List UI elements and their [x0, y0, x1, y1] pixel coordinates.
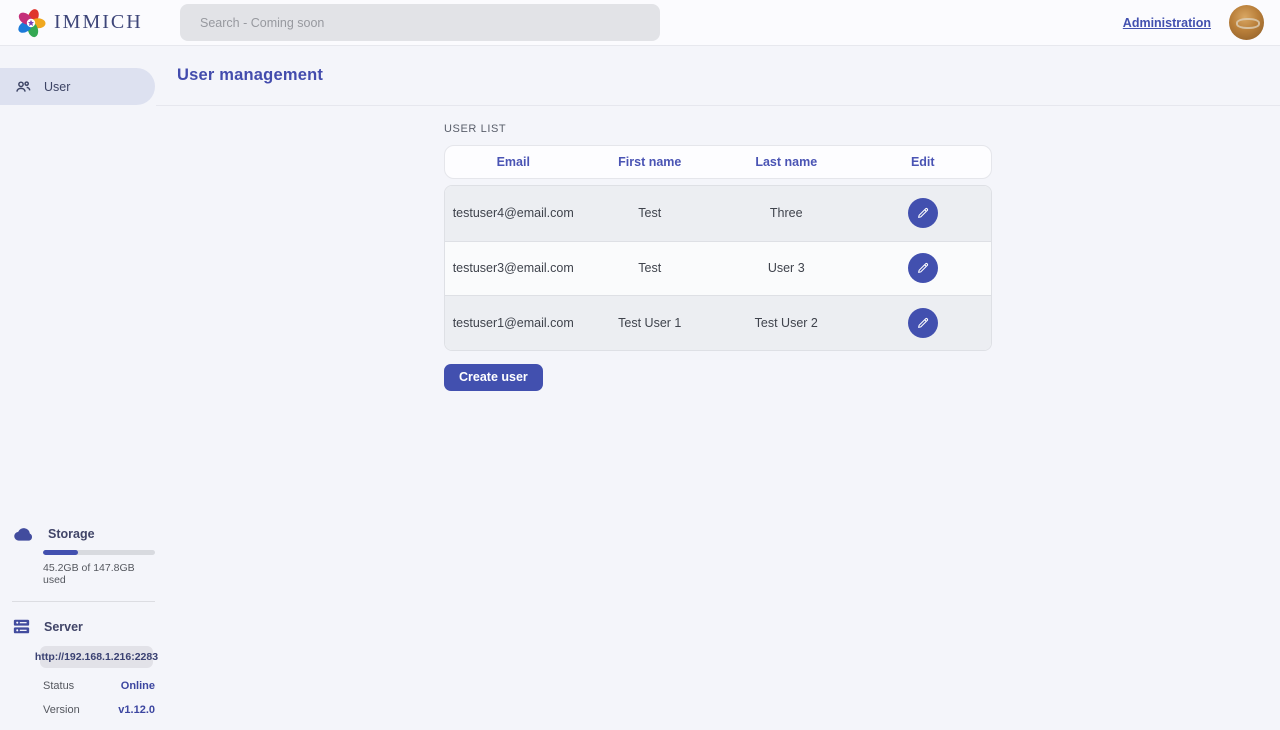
- col-header-last-name: Last name: [718, 155, 855, 169]
- storage-progress-bar: [43, 550, 155, 555]
- cell-first-name: Test: [582, 206, 719, 220]
- main-header: User management: [156, 46, 1280, 106]
- server-version-row: Version v1.12.0: [43, 704, 155, 716]
- cell-email: testuser1@email.com: [445, 316, 582, 330]
- cell-first-name: Test User 1: [582, 316, 719, 330]
- col-header-first-name: First name: [582, 155, 719, 169]
- user-avatar[interactable]: [1229, 5, 1264, 40]
- main-body: USER LIST Email First name Last name Edi…: [156, 106, 1280, 730]
- server-title: Server: [44, 620, 83, 634]
- sidebar-item-user[interactable]: User: [0, 68, 155, 105]
- pencil-icon: [916, 316, 930, 330]
- col-header-email: Email: [445, 155, 582, 169]
- storage-section: Storage: [0, 526, 155, 542]
- sidebar: User Storage 45.2GB of 147.8GB used: [0, 46, 155, 730]
- top-navbar: IMMICH Administration: [0, 0, 1280, 46]
- table-row: testuser3@email.com Test User 3: [445, 241, 991, 296]
- search-input[interactable]: [180, 4, 660, 41]
- page-title: User management: [177, 66, 323, 85]
- version-label: Version: [43, 704, 80, 716]
- table-row: testuser1@email.com Test User 1 Test Use…: [445, 295, 991, 350]
- user-table: testuser4@email.com Test Three: [444, 185, 992, 351]
- pencil-icon: [916, 261, 930, 275]
- server-status-row: Status Online: [43, 680, 155, 692]
- status-label: Status: [43, 680, 74, 692]
- edit-user-button[interactable]: [908, 198, 938, 228]
- pencil-icon: [916, 206, 930, 220]
- cell-first-name: Test: [582, 261, 719, 275]
- user-table-header: Email First name Last name Edit: [444, 145, 992, 179]
- edit-user-button[interactable]: [908, 308, 938, 338]
- cell-email: testuser3@email.com: [445, 261, 582, 275]
- server-section: Server: [0, 618, 155, 635]
- cell-last-name: User 3: [718, 261, 855, 275]
- administration-link[interactable]: Administration: [1123, 16, 1211, 30]
- immich-app: IMMICH Administration User: [0, 0, 1280, 730]
- navbar-right: Administration: [1123, 5, 1264, 40]
- col-header-edit: Edit: [855, 155, 992, 169]
- storage-title: Storage: [48, 527, 95, 541]
- cloud-icon: [13, 526, 34, 542]
- cell-last-name: Three: [718, 206, 855, 220]
- server-icon: [13, 618, 30, 635]
- main-panel: User management USER LIST Email First na…: [155, 46, 1280, 730]
- storage-usage-text: 45.2GB of 147.8GB used: [43, 562, 155, 586]
- user-list-label: USER LIST: [444, 123, 992, 135]
- storage-progress-fill: [43, 550, 78, 555]
- edit-user-button[interactable]: [908, 253, 938, 283]
- cell-email: testuser4@email.com: [445, 206, 582, 220]
- status-value: Online: [121, 680, 155, 692]
- table-row: testuser4@email.com Test Three: [445, 186, 991, 241]
- version-value: v1.12.0: [118, 704, 155, 716]
- sidebar-bottom: Storage 45.2GB of 147.8GB used: [0, 526, 155, 730]
- immich-logo-icon: [16, 8, 46, 38]
- cell-last-name: Test User 2: [718, 316, 855, 330]
- sidebar-divider: [12, 601, 155, 602]
- server-url-chip: http://192.168.1.216:2283: [40, 646, 153, 668]
- sidebar-item-label: User: [44, 80, 70, 94]
- create-user-button[interactable]: Create user: [444, 364, 543, 391]
- users-group-icon: [15, 79, 31, 95]
- brand-name: IMMICH: [54, 11, 143, 34]
- brand-home-link[interactable]: IMMICH: [16, 8, 143, 38]
